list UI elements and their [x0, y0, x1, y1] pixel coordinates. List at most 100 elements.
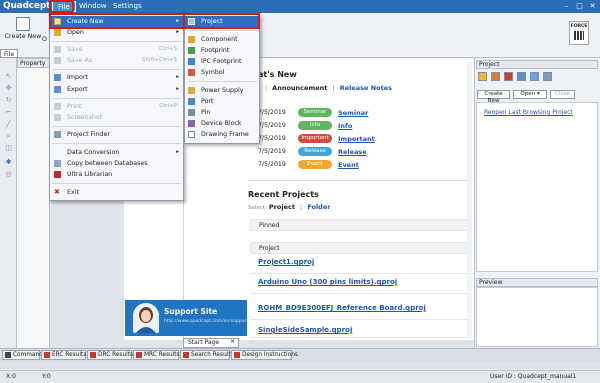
menu-item-port[interactable]: Port	[185, 96, 259, 107]
menu-item-ipc-footprint[interactable]: IPC Footprint	[185, 56, 259, 67]
tab-search-results[interactable]: Search Results	[180, 350, 234, 360]
news-link[interactable]: Release	[338, 148, 367, 156]
device-block-icon	[188, 120, 195, 127]
project-link[interactable]: Arduino Uno (300 pins limits).qproj	[258, 278, 397, 286]
news-date: 7/5/2019	[258, 109, 286, 116]
menu-item-pin[interactable]: Pin	[185, 107, 259, 118]
pin-icon	[188, 109, 195, 116]
menu-item-drawing-frame[interactable]: Drawing Frame	[185, 129, 259, 140]
settings-icon[interactable]: ✱	[4, 158, 13, 167]
menu-item-print[interactable]: Print Ctrl+P	[50, 101, 183, 112]
menu-item-label: Device Block	[201, 120, 242, 127]
tab-drc-results[interactable]: DRC Results	[87, 350, 134, 360]
open-project-button[interactable]: Open ▾	[513, 90, 547, 99]
force-label: FORCE	[570, 24, 588, 29]
minimize-icon[interactable]: –	[562, 2, 571, 11]
open-folder-icon[interactable]	[491, 72, 500, 81]
menu-item-label: Exit	[67, 189, 79, 196]
menu-item-device-block[interactable]: Device Block	[185, 118, 259, 129]
menu-window[interactable]: Window	[74, 1, 112, 12]
menu-item-label: Print	[67, 103, 82, 110]
measure-icon[interactable]: ◫	[4, 144, 13, 153]
news-link[interactable]: Seminar	[338, 109, 368, 117]
news-link[interactable]: Event	[338, 161, 359, 169]
close-tab-icon[interactable]: ×	[230, 338, 235, 345]
menu-item-save[interactable]: Save Ctrl+S	[50, 44, 183, 55]
menu-item-label: Port	[201, 98, 214, 105]
app-logo: Quadcept	[3, 1, 51, 11]
database-icon[interactable]	[517, 72, 526, 81]
reopen-last-project-link[interactable]: Reopen Last Browsing Project	[484, 109, 573, 116]
close-project-button[interactable]: Close	[550, 90, 575, 99]
line-icon[interactable]: ╱	[4, 120, 13, 129]
menu-item-component[interactable]: Component	[185, 34, 259, 45]
menu-item-label: Power Supply	[201, 87, 244, 94]
news-row: 7/5/2019 Seminar Seminar	[258, 108, 458, 120]
open-button-partial[interactable]: O	[42, 36, 47, 43]
rotate-icon[interactable]: ↻	[4, 96, 13, 105]
project-link[interactable]: SingleSideSample.qproj	[258, 326, 352, 334]
tab-label: MRC Results	[144, 352, 180, 358]
tab-command[interactable]: Command	[2, 350, 43, 360]
menu-item-footprint[interactable]: Footprint	[185, 45, 259, 56]
tab-design-instructions[interactable]: Design Instructions	[231, 350, 298, 360]
project-link[interactable]: Project1.qproj	[258, 258, 314, 266]
menu-divider	[52, 98, 181, 99]
component-icon	[188, 36, 195, 43]
list-item: SingleSideSample.qproj	[250, 322, 472, 338]
menu-item-label: Drawing Frame	[201, 131, 249, 138]
menu-settings[interactable]: Settings	[108, 1, 147, 12]
move-icon[interactable]: ✥	[4, 84, 13, 93]
list-item: Arduino Uno (300 pins limits).qproj	[250, 274, 472, 294]
list-item: ROHM_BD9E300EFJ_Reference Board.qproj	[250, 300, 472, 320]
tab-label: DRC Results	[98, 352, 134, 358]
menu-item-label: Open	[67, 29, 84, 36]
force-button[interactable]: FORCE	[569, 21, 589, 45]
property-panel-title: Property	[17, 58, 50, 68]
menu-item-import[interactable]: Import ▸	[50, 72, 183, 83]
copy-icon	[54, 160, 61, 167]
menu-item-ultra-librarian[interactable]: Ultra Librarian	[50, 169, 183, 180]
menu-item-data-conversion[interactable]: Data Conversion ▸	[50, 147, 183, 158]
create-new-project-button[interactable]: Create New	[477, 90, 510, 104]
menu-divider	[52, 69, 181, 70]
menu-item-export[interactable]: Export ▸	[50, 84, 183, 95]
menu-item-symbol[interactable]: Symbol	[185, 67, 259, 78]
pinned-header: Pinned	[250, 219, 472, 231]
project-link[interactable]: ROHM_BD9E300EFJ_Reference Board.qproj	[258, 304, 426, 312]
menu-item-copy-between-databases[interactable]: Copy between Databases	[50, 158, 183, 169]
select-tab-folder[interactable]: Folder	[307, 203, 330, 211]
menu-item-power-supply[interactable]: Power Supply	[185, 85, 259, 96]
tab-mrc-results[interactable]: MRC Results	[133, 350, 180, 360]
close-icon[interactable]: ✕	[588, 2, 597, 11]
chevron-right-icon: ▸	[176, 149, 179, 155]
news-link[interactable]: Info	[338, 122, 352, 130]
zoom-icon[interactable]: ⌕	[4, 132, 13, 141]
cursor-icon[interactable]: ↖	[4, 72, 13, 81]
drawing-frame-icon	[188, 131, 195, 138]
news-tab-announcement[interactable]: Announcement	[272, 84, 327, 92]
select-tab-project[interactable]: Project	[269, 203, 295, 211]
menu-item-exit[interactable]: ✖ Exit	[50, 187, 183, 198]
news-tab-release-notes[interactable]: Release Notes	[340, 84, 392, 92]
search-icon[interactable]	[530, 72, 539, 81]
ribbon-tab-file[interactable]: File	[0, 49, 18, 58]
news-badge: Seminar	[298, 108, 332, 117]
tab-erc-results[interactable]: ERC Results	[41, 350, 86, 360]
layer-icon[interactable]: ◎	[4, 170, 13, 179]
symbol-icon	[188, 69, 195, 76]
maximize-icon[interactable]: □	[575, 2, 584, 11]
create-new-button[interactable]: Create New	[4, 17, 42, 51]
menu-item-screenshot[interactable]: Screenshot	[50, 112, 183, 123]
news-link[interactable]: Important	[338, 135, 375, 143]
shortcut: Shift+Ctrl+S	[142, 57, 177, 63]
scrollbar[interactable]	[467, 62, 472, 338]
list-item: Project1.qproj	[250, 254, 472, 274]
folder-icon[interactable]	[478, 72, 487, 81]
wire-icon[interactable]: ⌐	[4, 108, 13, 117]
library-icon[interactable]	[504, 72, 513, 81]
menu-item-project-finder[interactable]: Project Finder	[50, 129, 183, 140]
list-icon[interactable]	[543, 72, 552, 81]
news-row: 7/5/2019 Important Important	[258, 134, 458, 146]
menu-item-save-as[interactable]: Save As Shift+Ctrl+S	[50, 55, 183, 66]
